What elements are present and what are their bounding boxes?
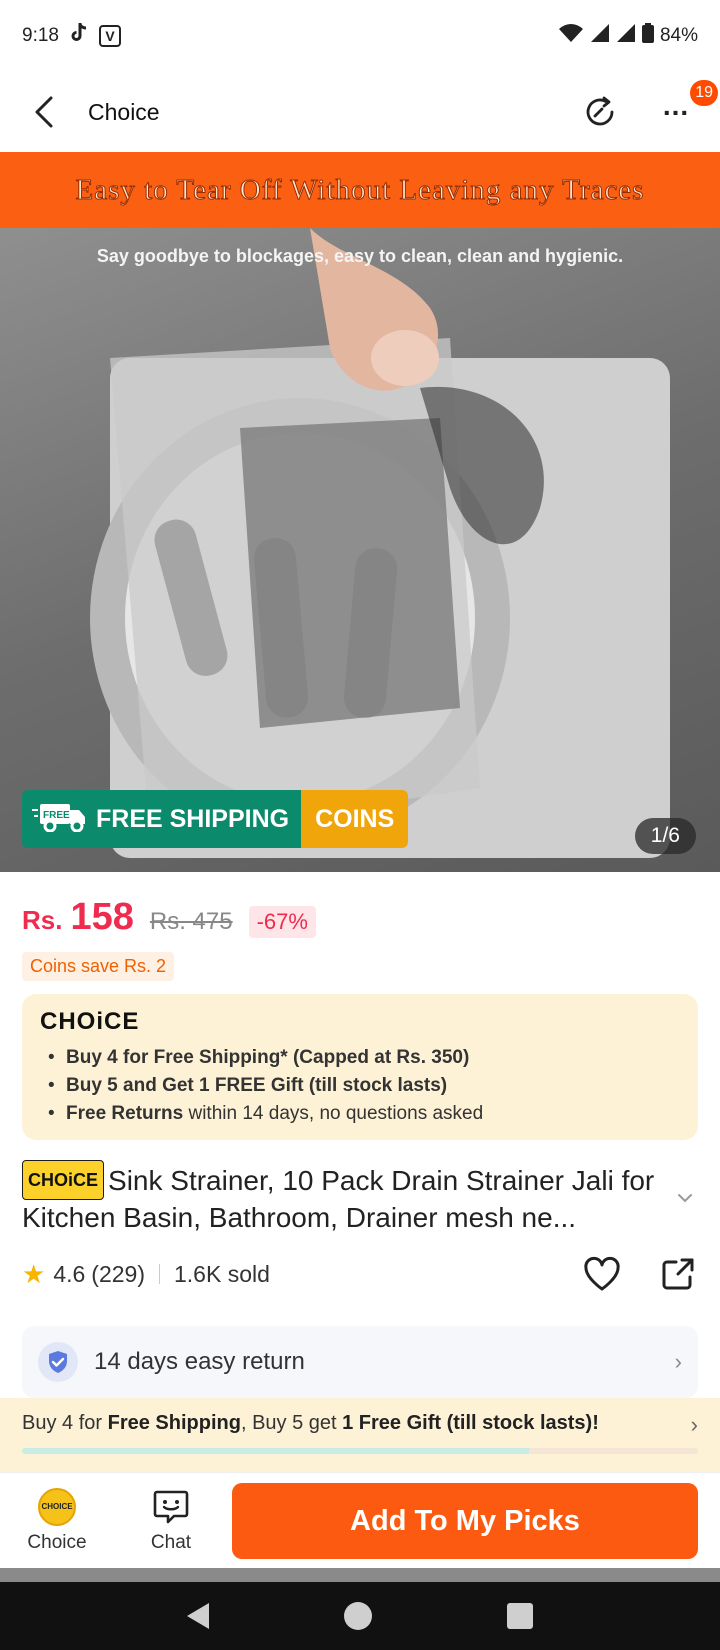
price-currency: Rs. [22,905,63,935]
easy-return-row[interactable]: 14 days easy return › [22,1326,698,1398]
sold-count: 1.6K sold [174,1260,270,1287]
bottom-action-bar: CHOICE Choice Chat Add To My Picks [0,1472,720,1568]
current-price: 158 [70,896,134,938]
promo-progress-bar [22,1448,698,1454]
rating-value: 4.6 [53,1260,86,1287]
coins-label: COINS [301,790,409,848]
choice-benefits-list: Buy 4 for Free Shipping* (Capped at Rs. … [40,1044,680,1128]
add-to-my-picks-button[interactable]: Add To My Picks [232,1483,698,1559]
product-photo: Say goodbye to blockages, easy to clean,… [0,228,720,872]
status-left: 9:18 V [22,22,121,50]
more-dots-icon: ... [662,90,690,121]
heart-icon[interactable] [582,1254,622,1294]
image-counter: 1/6 [634,818,696,854]
v-icon: V [98,25,121,47]
signal-icon-2 [616,23,636,49]
share-icon[interactable] [658,1254,698,1294]
promo-bar[interactable]: Buy 4 for Free Shipping, Buy 5 get 1 Fre… [0,1398,720,1472]
return-label: 14 days easy return [94,1348,305,1375]
signal-icon [590,23,610,49]
image-caption: Say goodbye to blockages, easy to clean,… [96,246,624,266]
chevron-down-icon[interactable] [672,1188,698,1208]
review-count[interactable]: (229) [91,1261,145,1288]
promo-progress-fill [22,1448,529,1454]
top-nav-bar: Choice ... 19 [0,72,720,152]
benefit-item: Buy 5 and Get 1 FREE Gift (till stock la… [40,1072,680,1100]
image-banner: Easy to Tear Off Without Leaving any Tra… [0,152,720,228]
tab-chat-label: Chat [150,1531,192,1553]
discount-badge: -67% [248,906,316,938]
chat-icon [152,1488,190,1526]
page-title: Choice [88,98,160,125]
product-image-gallery[interactable]: Easy to Tear Off Without Leaving any Tra… [0,152,720,872]
star-icon: ★ [22,1258,46,1289]
benefit-item: Free Returns within 14 days, no question… [40,1100,680,1128]
coins-save-tag: Coins save Rs. 2 [22,952,175,981]
chevron-right-icon: › [674,1349,682,1374]
choice-coin-icon: CHOICE [38,1487,76,1526]
wifi-icon [558,23,584,49]
system-recents-icon[interactable] [506,1603,533,1629]
tab-choice[interactable]: CHOICE Choice [22,1487,92,1554]
gray-divider [0,1568,720,1582]
price-row: Rs. 158 Rs. 475 -67% [22,896,316,939]
product-title[interactable]: CHOiCE Sink Strainer, 10 Pack Drain Strai… [22,1160,662,1236]
rating-row: ★ 4.6 (229) 1.6K sold [22,1254,698,1294]
system-home-icon[interactable] [343,1602,372,1630]
shield-check-icon [38,1342,78,1382]
system-nav-bar [0,1582,720,1650]
strainer-illustration [90,228,670,858]
truck-icon: FREE [32,800,88,839]
divider [159,1264,160,1284]
original-price: Rs. 475 [149,908,233,935]
promo-text: Buy 4 for Free Shipping, Buy 5 get 1 Fre… [22,1412,599,1434]
status-time: 9:18 [22,25,59,46]
tab-choice-label: Choice [27,1531,87,1553]
chevron-right-icon: › [690,1412,698,1437]
status-bar: 9:18 V 84% [0,0,720,72]
battery-icon [641,23,654,49]
truck-text: FREE [43,810,70,821]
free-shipping-label-wrap: FREE FREE SHIPPING [22,790,302,848]
battery-percent: 84% [659,25,698,46]
notification-badge: 19 [690,80,718,106]
tiktok-icon [69,22,89,50]
choice-logo: CHOiCE [40,1008,680,1036]
image-banner-text: Easy to Tear Off Without Leaving any Tra… [75,173,645,206]
choice-tag: CHOiCE [22,1160,105,1200]
history-icon[interactable] [578,90,622,134]
choice-benefits-box: CHOiCE Buy 4 for Free Shipping* (Capped … [22,994,698,1140]
row-actions [582,1254,698,1294]
status-right: 84% [558,23,698,49]
free-shipping-coins-badge: FREE FREE SHIPPING COINS [22,790,409,848]
benefit-item: Buy 4 for Free Shipping* (Capped at Rs. … [40,1044,680,1072]
back-arrow-icon[interactable] [24,92,64,132]
nav-actions: ... 19 [578,80,718,134]
tab-chat[interactable]: Chat [136,1488,206,1554]
system-back-icon[interactable] [187,1603,210,1629]
free-shipping-label: FREE SHIPPING [96,804,290,833]
more-menu-button[interactable]: ... 19 [656,80,718,132]
choice-logo-text: CHOiCE [40,1008,140,1035]
product-title-text: Sink Strainer, 10 Pack Drain Strainer Ja… [22,1165,655,1233]
